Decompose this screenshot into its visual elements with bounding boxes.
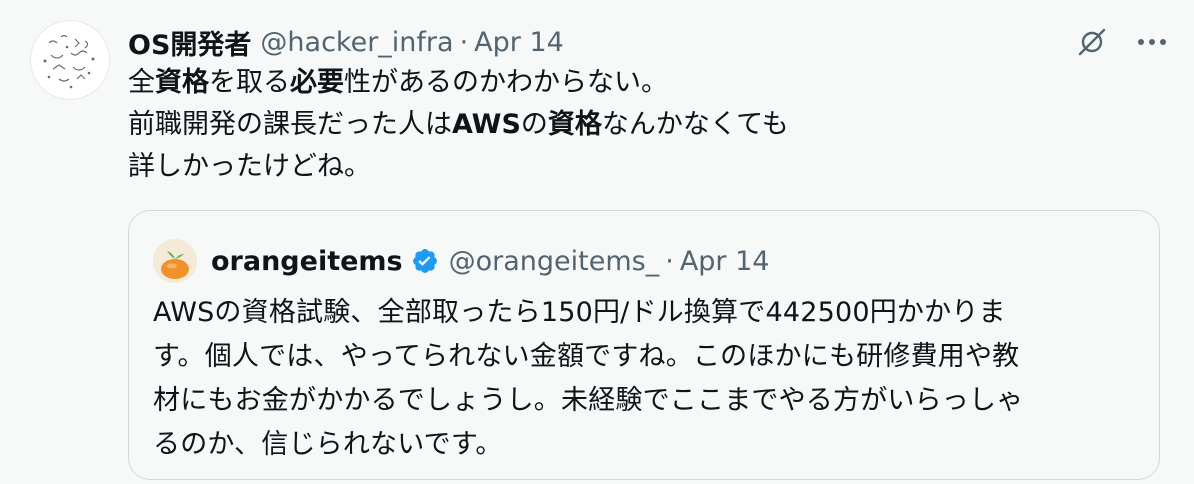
text-segment: 全: [128, 67, 155, 98]
quote-separator: ·: [665, 245, 674, 277]
verified-badge-icon: [411, 247, 439, 275]
separator: ·: [459, 26, 469, 58]
grok-button[interactable]: [1074, 24, 1110, 60]
text-segment: の: [520, 109, 548, 140]
quote-author-handle[interactable]: @orangeitems_: [449, 246, 660, 277]
grok-icon: [1078, 28, 1106, 56]
orange-icon: [153, 239, 197, 283]
tweet-text: 全資格を取る必要性があるのかわからない。 前職開発の課長だった人はAWSの資格な…: [128, 62, 1028, 188]
text-segment-bold: 資格: [155, 67, 209, 98]
text-segment-bold: 資格: [547, 109, 602, 140]
avatar[interactable]: [30, 20, 110, 100]
text-segment: を取る: [209, 67, 290, 98]
quote-author-name[interactable]: orangeitems: [211, 246, 403, 277]
tweet-actions: [1074, 24, 1170, 60]
quote-avatar[interactable]: [153, 239, 197, 283]
quote-date[interactable]: Apr 14: [680, 246, 770, 277]
text-segment-bold: AWS: [452, 109, 521, 140]
quote-text: AWSの資格試験、全部取ったら150円/ドル換算で442500円かかりま す。個…: [153, 297, 1024, 460]
tweet-header: OS開発者 @hacker_infra · Apr 14: [128, 23, 564, 61]
more-icon: [1138, 39, 1166, 45]
more-button[interactable]: [1134, 24, 1170, 60]
author-handle[interactable]: @hacker_infra: [260, 27, 453, 58]
quote-header: orangeitems @orangeitems_ · Apr 14: [211, 241, 769, 281]
tweet-date[interactable]: Apr 14: [474, 27, 564, 58]
text-segment-bold: 必要: [290, 67, 344, 98]
avatar-doodle-icon: [43, 34, 95, 89]
author-name[interactable]: OS開発者: [128, 23, 251, 62]
quoted-tweet[interactable]: orangeitems @orangeitems_ · Apr 14 AWSの資…: [128, 210, 1160, 480]
